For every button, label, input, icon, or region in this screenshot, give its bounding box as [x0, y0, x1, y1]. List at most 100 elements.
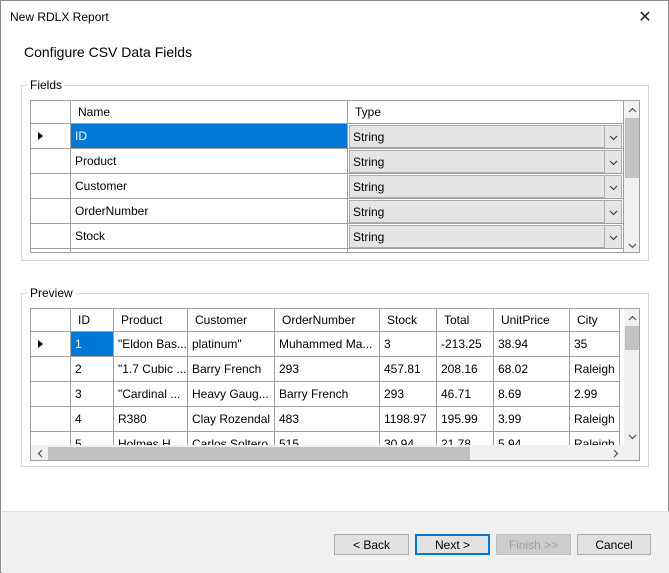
row-header[interactable] [31, 224, 71, 249]
field-name-cell[interactable]: OrderNumber [71, 199, 348, 224]
chevron-down-icon[interactable] [604, 126, 621, 148]
table-row[interactable]: 4 R380 Clay Rozendal 483 1198.97 195.99 3.99 Ra… [31, 407, 620, 432]
preview-column-header[interactable]: City [570, 309, 620, 332]
preview-column-header[interactable]: Product [114, 309, 188, 332]
preview-hscroll-thumb[interactable] [48, 447, 470, 460]
field-type-dropdown[interactable]: String [349, 125, 622, 148]
field-type-dropdown[interactable]: String [349, 175, 622, 198]
field-type-value: String [353, 130, 385, 144]
preview-cell[interactable]: 293 [275, 357, 380, 382]
fields-grid: Name Type ID String Product String Customer Str… [30, 100, 640, 253]
field-type-dropdown[interactable]: String [349, 200, 622, 223]
table-row[interactable]: Stock String [31, 224, 624, 249]
preview-cell[interactable]: 3 [380, 332, 437, 357]
preview-cell[interactable]: R380 [114, 407, 188, 432]
fields-vertical-scrollbar[interactable] [624, 101, 639, 252]
preview-column-header[interactable]: Customer [188, 309, 275, 332]
field-name-cell[interactable]: ID [71, 124, 348, 149]
row-header[interactable] [31, 407, 71, 432]
table-row [31, 249, 624, 252]
chevron-up-icon[interactable] [624, 309, 639, 326]
chevron-down-icon[interactable] [604, 201, 621, 223]
chevron-down-icon[interactable] [604, 151, 621, 173]
preview-column-header[interactable]: OrderNumber [275, 309, 380, 332]
table-row[interactable]: OrderNumber String [31, 199, 624, 224]
chevron-up-icon[interactable] [624, 101, 639, 118]
row-header[interactable] [31, 332, 71, 357]
row-header[interactable] [31, 124, 71, 149]
preview-vertical-scrollbar[interactable] [624, 309, 639, 445]
chevron-down-icon[interactable] [604, 226, 621, 248]
preview-cell[interactable]: Barry French [275, 382, 380, 407]
preview-column-header[interactable]: UnitPrice [494, 309, 570, 332]
preview-horizontal-scrollbar[interactable] [31, 445, 624, 460]
row-header[interactable] [31, 199, 71, 224]
preview-cell[interactable]: Raleigh [570, 407, 620, 432]
chevron-left-icon[interactable] [31, 445, 48, 460]
preview-cell[interactable]: 3 [71, 382, 114, 407]
fields-scroll-thumb[interactable] [625, 118, 639, 178]
field-name-cell[interactable]: Customer [71, 174, 348, 199]
preview-cell[interactable]: Clay Rozendal [188, 407, 275, 432]
row-header[interactable] [31, 382, 71, 407]
table-row[interactable]: 3 "Cardinal ... Heavy Gaug... Barry French 2… [31, 382, 620, 407]
field-type-cell: String [348, 199, 624, 224]
preview-cell[interactable]: 8.69 [494, 382, 570, 407]
table-row[interactable]: 2 "1.7 Cubic ... Barry French 293 457.81 208.… [31, 357, 620, 382]
fields-column-header-name[interactable]: Name [71, 101, 348, 124]
preview-cell[interactable]: 208.16 [437, 357, 494, 382]
chevron-right-icon[interactable] [607, 445, 624, 460]
field-name-cell[interactable]: Stock [71, 224, 348, 249]
fields-column-header-type[interactable]: Type [348, 101, 624, 124]
preview-cell[interactable]: "1.7 Cubic ... [114, 357, 188, 382]
preview-cell[interactable]: Muhammed Ma... [275, 332, 380, 357]
back-button[interactable]: < Back [334, 534, 409, 555]
cancel-button[interactable]: Cancel [577, 534, 651, 555]
field-type-value: String [353, 155, 385, 169]
table-row[interactable]: ID String [31, 124, 624, 149]
preview-vscroll-thumb[interactable] [625, 326, 639, 350]
preview-cell[interactable]: 1 [71, 332, 114, 357]
chevron-down-icon[interactable] [624, 237, 639, 252]
preview-cell[interactable]: 2 [71, 357, 114, 382]
preview-cell[interactable]: 195.99 [437, 407, 494, 432]
preview-cell[interactable]: 3.99 [494, 407, 570, 432]
field-type-dropdown[interactable]: String [349, 225, 622, 248]
table-row[interactable]: Product String [31, 149, 624, 174]
row-header[interactable] [31, 357, 71, 382]
preview-cell[interactable]: platinum" [188, 332, 275, 357]
preview-column-header[interactable]: Total [437, 309, 494, 332]
table-row[interactable]: 1 "Eldon Bas... platinum" Muhammed Ma... 3 -2… [31, 332, 620, 357]
preview-cell[interactable]: Heavy Gaug... [188, 382, 275, 407]
next-button[interactable]: Next > [415, 534, 490, 555]
preview-column-header[interactable]: Stock [380, 309, 437, 332]
dialog-window: New RDLX Report ✕ Configure CSV Data Fie… [0, 0, 669, 573]
row-header[interactable] [31, 149, 71, 174]
chevron-down-icon[interactable] [604, 176, 621, 198]
preview-cell[interactable]: "Cardinal ... [114, 382, 188, 407]
table-row[interactable]: Customer String [31, 174, 624, 199]
preview-cell[interactable]: "Eldon Bas... [114, 332, 188, 357]
close-button[interactable]: ✕ [622, 1, 668, 32]
preview-cell[interactable]: 38.94 [494, 332, 570, 357]
field-type-dropdown[interactable]: String [349, 150, 622, 173]
preview-cell[interactable]: Raleigh [570, 357, 620, 382]
field-name-cell[interactable]: Product [71, 149, 348, 174]
preview-group-label: Preview [27, 286, 76, 300]
preview-cell[interactable]: 2.99 [570, 382, 620, 407]
preview-cell[interactable]: 46.71 [437, 382, 494, 407]
field-type-cell [348, 249, 624, 252]
chevron-down-icon[interactable] [624, 428, 639, 445]
fields-header-corner [31, 101, 71, 124]
preview-cell[interactable]: 1198.97 [380, 407, 437, 432]
preview-cell[interactable]: 4 [71, 407, 114, 432]
preview-cell[interactable]: 68.02 [494, 357, 570, 382]
preview-column-header[interactable]: ID [71, 309, 114, 332]
preview-cell[interactable]: 483 [275, 407, 380, 432]
preview-cell[interactable]: -213.25 [437, 332, 494, 357]
preview-cell[interactable]: Barry French [188, 357, 275, 382]
preview-cell[interactable]: 35 [570, 332, 620, 357]
row-header[interactable] [31, 174, 71, 199]
preview-cell[interactable]: 293 [380, 382, 437, 407]
preview-cell[interactable]: 457.81 [380, 357, 437, 382]
